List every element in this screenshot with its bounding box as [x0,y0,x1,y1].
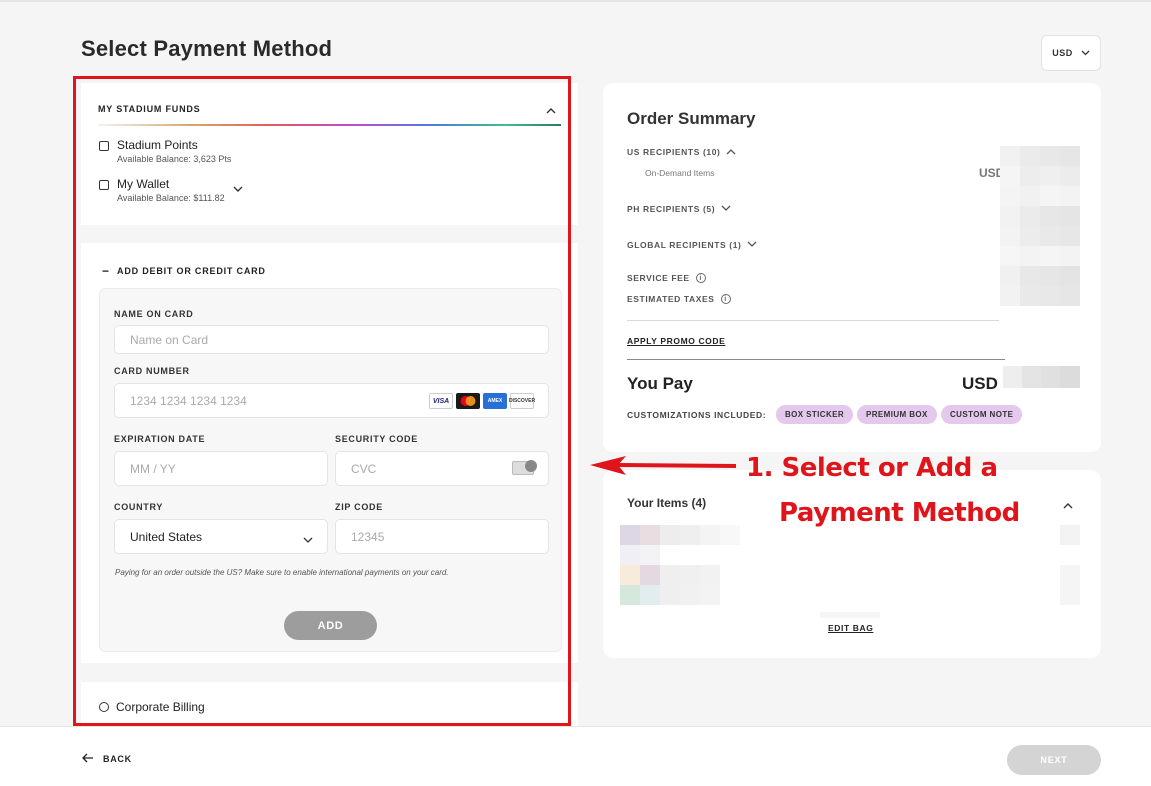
redacted-item-prices [1060,525,1080,605]
service-fee-label: SERVICE FEE [627,273,690,283]
info-icon[interactable]: i [720,294,731,304]
expiration-date-input[interactable]: MM / YY [114,451,328,486]
chevron-down-icon [303,533,313,547]
international-payment-note: Paying for an order outside the US? Make… [115,568,449,577]
name-on-card-input[interactable]: Name on Card [114,325,549,354]
stadium-funds-panel: MY STADIUM FUNDS Stadium Points Availabl… [81,83,578,225]
my-wallet-option[interactable]: My Wallet Available Balance: $111.82 [99,177,225,203]
back-button[interactable]: BACK [82,753,132,765]
annotation-callout: 1. Select or Add a Payment Method [746,446,1036,536]
add-card-toggle[interactable]: − ADD DEBIT OR CREDIT CARD [102,264,266,278]
redacted-item-thumbnails [620,525,740,605]
stadium-points-balance: Available Balance: 3,623 Pts [117,154,232,164]
stadium-points-label: Stadium Points [117,138,198,152]
add-card-panel: − ADD DEBIT OR CREDIT CARD NAME ON CARD … [81,243,578,663]
corporate-billing-panel: Corporate Billing [81,682,578,728]
ph-recipients-label: PH RECIPIENTS (5) [627,204,716,214]
country-select[interactable]: United States [114,519,328,554]
my-wallet-balance: Available Balance: $111.82 [117,193,225,203]
info-icon[interactable]: i [695,273,706,283]
redacted-amounts [1000,146,1080,306]
chevron-up-icon [726,147,736,157]
redacted-total [1003,366,1080,388]
ph-recipients-toggle[interactable]: PH RECIPIENTS (5) [627,204,731,214]
corporate-billing-option[interactable]: Corporate Billing [99,700,205,714]
top-divider [0,0,1151,2]
chevron-down-icon[interactable] [233,180,243,198]
zip-code-label: ZIP CODE [335,502,383,512]
summary-divider [627,320,999,321]
apply-promo-code-link[interactable]: APPLY PROMO CODE [627,336,725,346]
zip-code-input[interactable]: 12345 [335,519,549,554]
security-code-placeholder: CVC [351,461,377,476]
annotation-arrow-icon [590,456,737,475]
my-wallet-checkbox[interactable] [99,180,109,190]
us-recipients-label: US RECIPIENTS (10) [627,147,721,157]
add-card-button[interactable]: ADD [284,611,377,640]
card-number-placeholder: 1234 1234 1234 1234 [130,393,247,408]
stadium-points-option[interactable]: Stadium Points Available Balance: 3,623 … [99,138,231,164]
total-currency: USD [962,374,998,393]
service-fee-row: SERVICE FEE i [627,273,706,283]
customizations-label: CUSTOMIZATIONS INCLUDED: [627,410,767,420]
card-form: NAME ON CARD Name on Card CARD NUMBER 12… [99,288,562,652]
annotation-line-2: Payment Method [779,498,1020,528]
estimated-taxes-label: ESTIMATED TAXES [627,294,715,304]
stadium-points-checkbox[interactable] [99,141,109,151]
page-title: Select Payment Method [81,36,333,61]
minus-icon: − [102,264,110,278]
next-button[interactable]: NEXT [1007,745,1101,775]
order-summary-title: Order Summary [627,109,756,128]
redacted-item-strip [820,605,880,618]
chevron-down-icon [747,240,757,250]
visa-icon: VISA [429,393,453,409]
country-label: COUNTRY [114,502,164,512]
stadium-funds-header: MY STADIUM FUNDS [98,104,201,114]
global-recipients-label: GLOBAL RECIPIENTS (1) [627,240,742,250]
card-brand-list: VISA AMEX DISCOVER [429,393,535,409]
chevron-up-icon[interactable] [546,101,556,119]
you-pay-label: You Pay [627,374,693,393]
discover-icon: DISCOVER [509,393,535,409]
back-label: BACK [103,754,132,764]
currency-value: USD [1052,48,1073,58]
name-on-card-label: NAME ON CARD [114,309,194,319]
edit-bag-link[interactable]: EDIT BAG [828,623,873,633]
chevron-down-icon [1081,48,1090,58]
funds-divider [98,124,561,126]
box-sticker-badge: BOX STICKER [776,405,854,424]
custom-note-badge: CUSTOM NOTE [941,405,1023,424]
premium-box-badge: PREMIUM BOX [857,405,937,424]
cvc-card-icon [512,460,537,475]
card-number-label: CARD NUMBER [114,366,190,376]
add-card-header: ADD DEBIT OR CREDIT CARD [117,266,266,276]
estimated-taxes-row: ESTIMATED TAXES i [627,294,731,304]
security-code-label: SECURITY CODE [335,434,418,444]
chevron-up-icon[interactable] [1063,496,1073,514]
country-value: United States [130,529,203,544]
footer-bar: BACK NEXT [0,726,1151,786]
us-recipients-toggle[interactable]: US RECIPIENTS (10) [627,147,736,157]
expiration-date-label: EXPIRATION DATE [114,434,206,444]
order-summary-panel: Order Summary US RECIPIENTS (10) On-Dema… [603,83,1101,452]
your-items-title: Your Items (4) [627,496,707,510]
arrow-left-icon [82,753,94,765]
amex-icon: AMEX [483,393,507,409]
my-wallet-label: My Wallet [117,177,170,191]
corporate-billing-label: Corporate Billing [116,700,205,714]
global-recipients-toggle[interactable]: GLOBAL RECIPIENTS (1) [627,240,757,250]
security-code-input[interactable]: CVC [335,451,549,486]
mastercard-icon [456,393,480,409]
currency-select[interactable]: USD [1041,35,1101,71]
total-divider [627,359,1005,360]
corporate-billing-radio[interactable] [99,702,109,712]
chevron-down-icon [721,204,731,214]
annotation-line-1: 1. Select or Add a [746,453,998,483]
card-number-input[interactable]: 1234 1234 1234 1234 VISA AMEX DISCOVER [114,383,549,418]
on-demand-items-label: On-Demand Items [645,168,715,178]
